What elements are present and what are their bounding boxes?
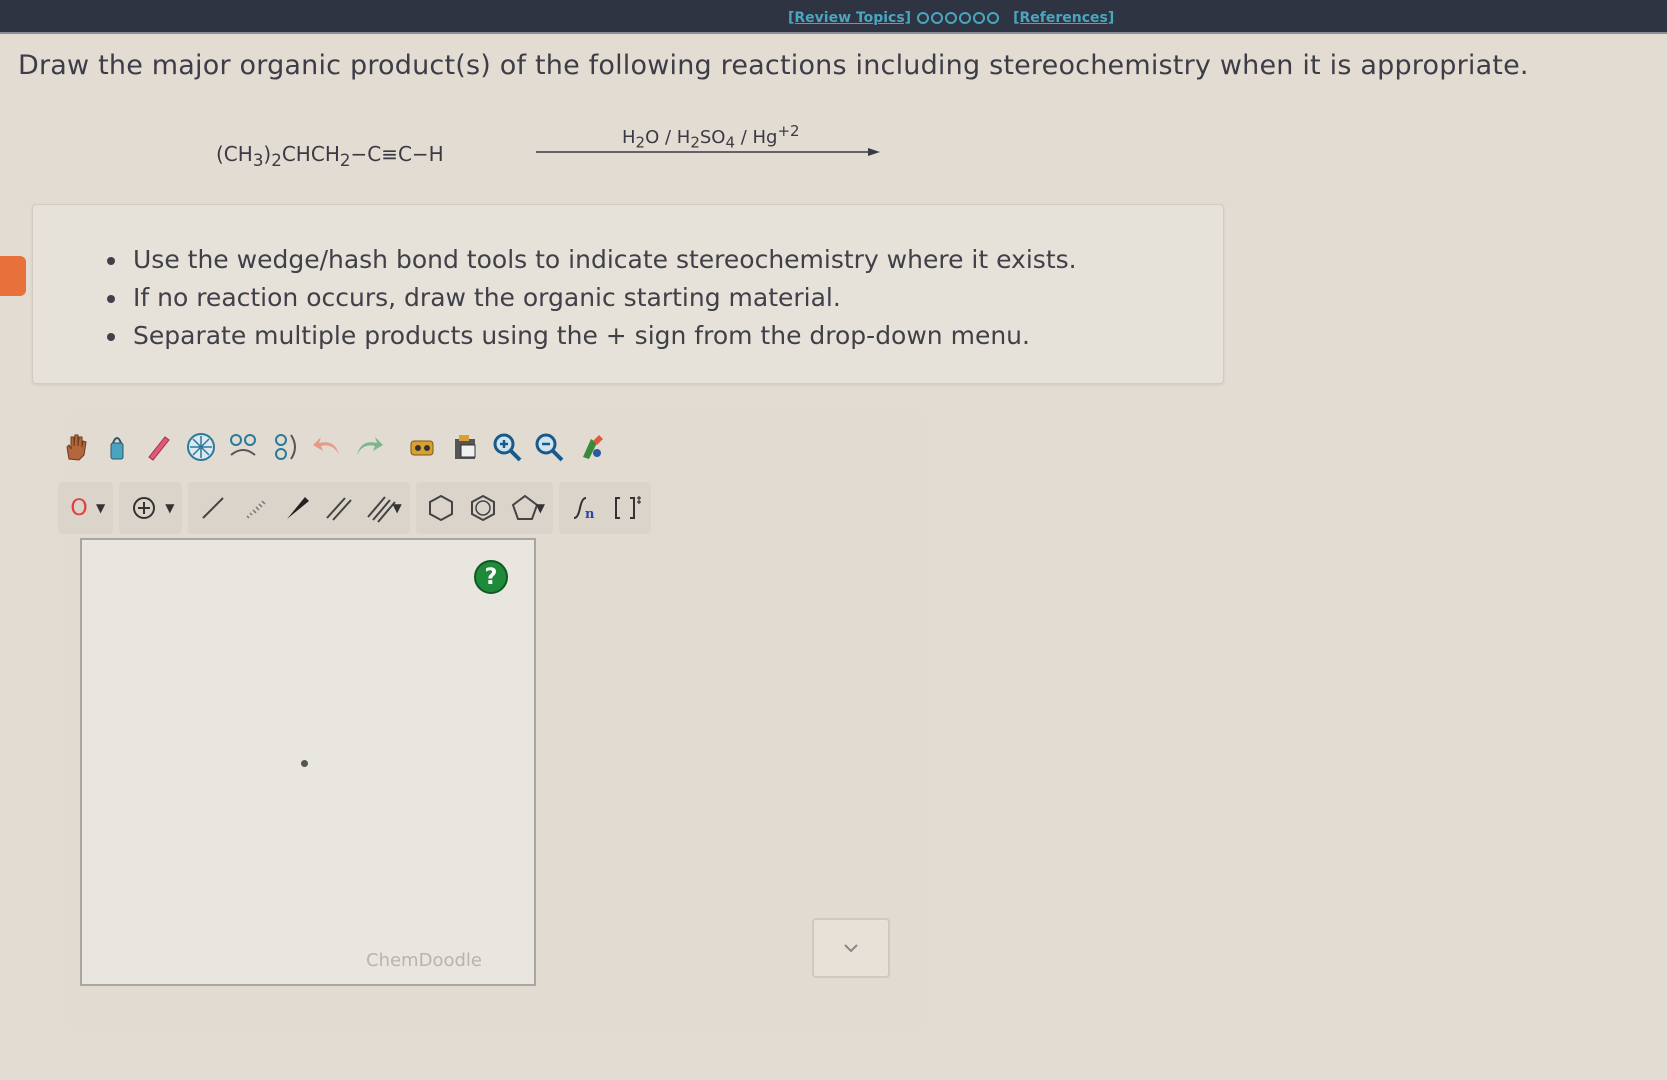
instruction-item: If no reaction occurs, draw the organic … [129, 279, 1223, 317]
caret-down-icon[interactable]: ▼ [165, 501, 174, 515]
reagent-part: H [622, 127, 636, 148]
zoom-out-icon[interactable] [528, 426, 570, 468]
reactant-subscript: 2 [271, 151, 282, 170]
undo-icon[interactable] [306, 426, 348, 468]
instruction-item: Use the wedge/hash bond tools to indicat… [129, 241, 1223, 279]
repeat-unit-icon[interactable]: n [563, 487, 605, 529]
reactant-formula: (CH3)2CHCH2−C≡C−H [216, 142, 444, 170]
instructions-list: Use the wedge/hash bond tools to indicat… [33, 205, 1223, 355]
flip-vertical-icon[interactable] [264, 426, 306, 468]
copy-icon[interactable] [402, 426, 444, 468]
progress-dot[interactable] [917, 12, 930, 24]
misc-group: n [558, 482, 651, 534]
caret-down-icon[interactable]: ▼ [536, 501, 545, 515]
chemdoodle-watermark: ChemDoodle [366, 950, 482, 971]
drawing-canvas[interactable] [80, 538, 536, 986]
caret-down-icon[interactable]: ▼ [392, 501, 401, 515]
wedge-bond-icon[interactable] [276, 487, 318, 529]
reactant-subscript: 2 [339, 151, 351, 170]
reaction-arrow [536, 148, 880, 156]
benzene-icon[interactable] [420, 487, 462, 529]
lasso-icon[interactable] [96, 426, 138, 468]
eraser-icon[interactable] [138, 426, 180, 468]
review-topics-link[interactable]: [Review Topics] [788, 10, 911, 26]
progress-dots [917, 12, 1000, 24]
hash-bond-icon[interactable] [234, 487, 276, 529]
bond-group: ▼ [188, 482, 410, 534]
canvas-marker [301, 760, 308, 767]
toolbar-row-2: O ▼ ▼ ▼ ▼ n [58, 482, 657, 534]
progress-dot[interactable] [987, 12, 1000, 24]
caret-down-icon[interactable]: ▼ [96, 501, 105, 515]
progress-dot[interactable] [931, 12, 944, 24]
reactant-part: CHCH [281, 142, 340, 166]
reactant-part: −C≡C−H [350, 142, 444, 166]
instructions-box: Use the wedge/hash bond tools to indicat… [32, 204, 1224, 384]
single-bond-icon[interactable] [192, 487, 234, 529]
reactant-subscript: 3 [252, 151, 264, 170]
reagent-part: O / H [645, 127, 691, 148]
help-button[interactable]: ? [474, 560, 508, 594]
reagent-superscript: +2 [777, 122, 800, 140]
flip-horizontal-icon[interactable] [222, 426, 264, 468]
progress-dot[interactable] [945, 12, 958, 24]
product-dropdown[interactable] [812, 918, 890, 978]
instruction-item: Separate multiple products using the + s… [129, 317, 1223, 355]
question-prompt: Draw the major organic product(s) of the… [18, 50, 1529, 81]
toolbar-row-1 [54, 426, 612, 468]
redo-icon[interactable] [348, 426, 390, 468]
element-selector[interactable]: O [62, 487, 96, 529]
element-label: O [70, 495, 88, 521]
hand-icon[interactable] [54, 426, 96, 468]
paste-icon[interactable] [444, 426, 486, 468]
reagent-part: / Hg [735, 127, 778, 148]
svg-text:n: n [585, 507, 595, 522]
references-link[interactable]: [References] [1013, 10, 1114, 26]
side-tab[interactable] [0, 256, 26, 296]
chevron-down-icon [844, 944, 858, 953]
reactant-part: (CH [216, 142, 253, 166]
double-bond-icon[interactable] [318, 487, 360, 529]
header-links: [Review Topics] [References] [788, 8, 1114, 28]
progress-dot[interactable] [973, 12, 986, 24]
charge-plus-icon[interactable] [123, 487, 165, 529]
progress-dot[interactable] [959, 12, 972, 24]
reagent-part: SO [699, 127, 726, 148]
element-group: O ▼ [58, 482, 114, 534]
top-bar: [Review Topics] [References] [0, 0, 1667, 34]
center-icon[interactable] [180, 426, 222, 468]
charge-group: ▼ [119, 482, 183, 534]
clean-icon[interactable] [570, 426, 612, 468]
cyclohexane-icon[interactable] [462, 487, 504, 529]
zoom-in-icon[interactable] [486, 426, 528, 468]
ring-group: ▼ [415, 482, 553, 534]
bracket-icon[interactable] [605, 487, 647, 529]
